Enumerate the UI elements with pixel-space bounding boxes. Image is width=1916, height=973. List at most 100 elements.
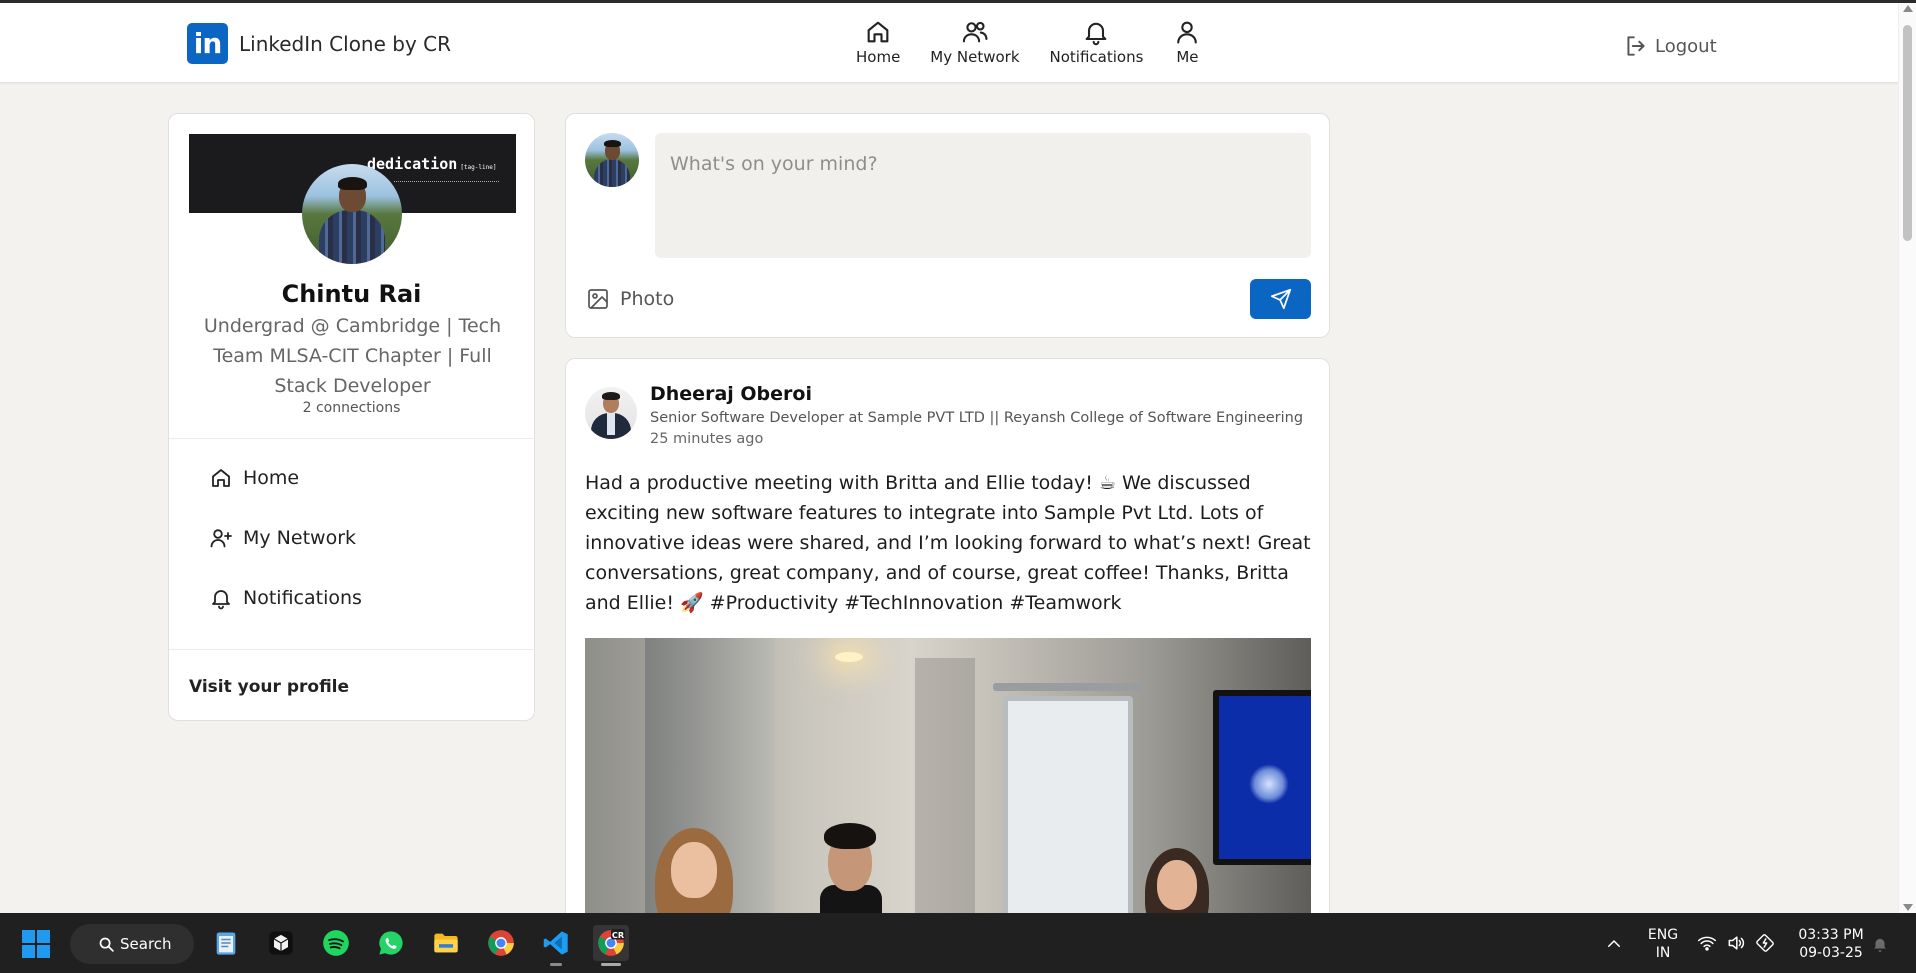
nav-notifications[interactable]: Notifications — [1050, 18, 1143, 66]
taskbar-spotify[interactable] — [318, 925, 354, 961]
divider — [169, 649, 534, 650]
clock-date: 09-03-25 — [1799, 945, 1863, 961]
active-indicator — [601, 963, 621, 966]
post-body-text: Had a productive meeting with Britta and… — [585, 472, 1311, 614]
nav-me[interactable]: Me — [1173, 18, 1201, 66]
whatsapp-icon — [379, 931, 403, 955]
notification-center-icon[interactable] — [1871, 935, 1889, 953]
taskbar-vscode[interactable] — [538, 925, 574, 966]
language-indicator[interactable]: ENG IN — [1646, 926, 1680, 962]
os-taskbar: Search CR ENG IN 03:33 PM 09-03-25 — [0, 913, 1916, 973]
image-screen — [1213, 690, 1311, 865]
taskbar-chrome-profile[interactable]: CR — [593, 925, 629, 966]
profile-avatar[interactable] — [302, 164, 402, 264]
profile-connections[interactable]: 2 connections — [169, 400, 534, 416]
post-timestamp: 25 minutes ago — [650, 431, 764, 447]
bell-icon — [1086, 22, 1107, 46]
post-image[interactable] — [585, 638, 1311, 918]
nav-home[interactable]: Home — [856, 18, 900, 66]
image-icon — [588, 289, 608, 309]
send-icon — [1270, 288, 1291, 310]
avatar-shirt — [607, 413, 615, 435]
notepad-icon — [216, 932, 236, 955]
feed-post: Dheeraj Oberoi Senior Software Developer… — [565, 358, 1330, 918]
post-author-title: Senior Software Developer at Sample PVT … — [650, 410, 1304, 426]
image-screen-graphic — [1249, 764, 1289, 804]
scroll-up-arrow-icon[interactable] — [1903, 5, 1913, 12]
nav-home-label: Home — [856, 48, 901, 66]
image-whiteboard-top — [993, 683, 1143, 691]
avatar-body — [594, 159, 630, 187]
home-icon — [867, 21, 889, 43]
post-author-name[interactable]: Dheeraj Oberoi — [650, 383, 812, 405]
chrome-profile-badge: CR — [612, 930, 625, 940]
cover-subtext-line — [394, 181, 499, 184]
sidebar-item-label: My Network — [243, 527, 357, 549]
image-ceiling-lamp — [835, 652, 863, 662]
sidebar-item-my-network[interactable]: My Network — [209, 526, 362, 550]
chrome-icon — [488, 930, 514, 956]
speaker-icon — [1728, 936, 1745, 950]
logout-button[interactable]: Logout — [1623, 33, 1717, 59]
profile-name: Chintu Rai — [281, 280, 422, 308]
person-face — [1157, 860, 1197, 910]
cube-app-icon — [269, 931, 293, 955]
nav-my-network[interactable]: My Network — [930, 18, 1020, 66]
person-face — [671, 842, 717, 898]
start-tile — [37, 945, 50, 958]
taskbar-app-cube[interactable] — [263, 925, 299, 961]
chevron-up-icon[interactable] — [1605, 935, 1623, 953]
profile-card: dedication [tag-line] Chintu Rai Undergra… — [168, 113, 535, 721]
avatar-body — [319, 210, 385, 264]
linkedin-logo-icon: in — [187, 23, 228, 64]
post-composer: Photo — [565, 113, 1330, 338]
clock-time: 03:33 PM — [1798, 927, 1864, 943]
scrollbar-thumb[interactable] — [1903, 25, 1912, 241]
submit-post-button[interactable] — [1250, 279, 1311, 319]
region-code: IN — [1655, 945, 1671, 961]
sidebar-nav: Home My Network Notifications — [209, 466, 362, 646]
start-tile — [22, 945, 35, 958]
bell-icon — [212, 590, 230, 610]
sidebar-item-label: Notifications — [243, 587, 362, 609]
sidebar-item-notifications[interactable]: Notifications — [209, 586, 362, 610]
post-author-avatar[interactable] — [585, 387, 637, 439]
taskbar-whatsapp[interactable] — [373, 925, 409, 961]
page-scrollbar[interactable] — [1898, 3, 1916, 913]
system-tray[interactable] — [1697, 933, 1775, 953]
post-text-input[interactable] — [655, 133, 1311, 258]
start-tile — [37, 930, 50, 943]
taskbar-file-explorer[interactable] — [428, 925, 464, 961]
user-icon — [1177, 21, 1198, 44]
divider — [169, 438, 534, 439]
cover-small-text: [tag-line] — [460, 164, 497, 171]
windows-start-icon[interactable] — [22, 930, 50, 958]
taskbar-chrome[interactable] — [483, 925, 519, 961]
taskbar-notepad[interactable] — [208, 925, 244, 961]
add-photo-button[interactable]: Photo — [586, 287, 674, 311]
battery-charging-icon — [1756, 934, 1774, 952]
image-whiteboard — [1003, 696, 1133, 918]
language-code: ENG — [1647, 927, 1679, 943]
avatar-hair — [338, 177, 367, 190]
user-plus-icon — [210, 529, 232, 548]
scroll-down-arrow-icon[interactable] — [1903, 904, 1913, 911]
vscode-icon — [543, 931, 568, 955]
main-nav: Home My Network Notifications Me — [856, 18, 1201, 66]
sidebar-item-home[interactable]: Home — [209, 466, 362, 490]
visit-profile-link[interactable]: Visit your profile — [189, 677, 349, 697]
top-navbar: in LinkedIn Clone by CR Home My Network … — [0, 3, 1898, 83]
composer-avatar — [585, 133, 639, 187]
system-clock[interactable]: 03:33 PM 09-03-25 — [1795, 926, 1867, 962]
network-icon — [962, 21, 988, 43]
logout-label: Logout — [1655, 35, 1717, 57]
search-icon — [99, 937, 114, 952]
brand[interactable]: in LinkedIn Clone by CR — [187, 23, 451, 64]
taskbar-search[interactable]: Search — [70, 924, 194, 964]
folder-icon — [434, 933, 458, 953]
chrome-profile-icon: CR — [598, 929, 625, 956]
add-photo-label: Photo — [620, 288, 675, 310]
avatar-hair — [602, 392, 620, 400]
running-indicator — [550, 963, 562, 966]
logout-icon — [1627, 36, 1645, 56]
